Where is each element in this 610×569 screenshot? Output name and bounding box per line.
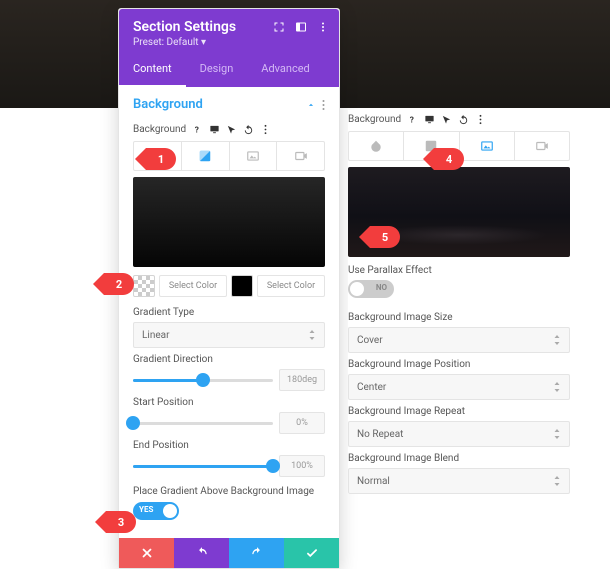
bg-pos-label: Background Image Position xyxy=(348,359,570,370)
gradient-direction-slider[interactable] xyxy=(133,370,273,390)
chevron-up-icon[interactable] xyxy=(306,100,316,110)
tab-content[interactable]: Content xyxy=(119,54,186,87)
help-icon-2[interactable]: ? xyxy=(407,114,418,125)
callout-5: 5 xyxy=(370,226,400,248)
bg-size-select[interactable]: Cover xyxy=(348,327,570,353)
svg-text:?: ? xyxy=(195,125,199,135)
updown-icon xyxy=(553,382,561,392)
toggle-no-text: NO xyxy=(376,283,387,292)
hover-icon[interactable] xyxy=(226,124,237,135)
desktop-icon-2[interactable] xyxy=(424,114,435,125)
updown-icon xyxy=(553,429,561,439)
bg-video-tab-2[interactable] xyxy=(515,132,569,160)
modal-footer xyxy=(119,538,339,568)
modal-header: Section Settings Preset: Default ▾ xyxy=(119,9,339,54)
reset-icon-2[interactable] xyxy=(458,114,469,125)
callout-1: 1 xyxy=(146,148,176,170)
focus-icon[interactable] xyxy=(273,21,285,33)
section-settings-modal: Section Settings Preset: Default ▾ Conte… xyxy=(118,8,340,569)
kebab-icon[interactable] xyxy=(317,21,329,33)
desktop-icon[interactable] xyxy=(209,124,220,135)
bg-size-label: Background Image Size xyxy=(348,312,570,323)
panel-icon[interactable] xyxy=(295,21,307,33)
tab-design[interactable]: Design xyxy=(186,54,248,87)
section-head: Background xyxy=(133,87,325,120)
undo-button[interactable] xyxy=(174,538,229,568)
bg-label-row: Background ? xyxy=(133,124,325,135)
updown-icon xyxy=(553,335,561,345)
updown-icon xyxy=(308,330,316,340)
bg-video-tab[interactable] xyxy=(277,142,324,170)
reset-icon[interactable] xyxy=(243,124,254,135)
gradient-direction-value[interactable]: 180deg xyxy=(279,369,325,391)
color-swatch-start[interactable] xyxy=(133,275,155,297)
header-actions xyxy=(273,21,329,33)
start-position-label: Start Position xyxy=(133,397,325,408)
svg-text:?: ? xyxy=(410,115,414,125)
bg-pos-select[interactable]: Center xyxy=(348,374,570,400)
toggle-yes-text: YES xyxy=(139,505,153,514)
parallax-label: Use Parallax Effect xyxy=(348,265,570,276)
bg-image-tab-2[interactable] xyxy=(460,132,515,160)
tab-advanced[interactable]: Advanced xyxy=(247,54,323,87)
select-color-start[interactable]: Select Color xyxy=(159,275,227,297)
main-tabs: Content Design Advanced xyxy=(119,54,339,87)
callout-3: 3 xyxy=(106,511,136,533)
parallax-toggle[interactable]: NO xyxy=(348,280,394,298)
hover-icon-2[interactable] xyxy=(441,114,452,125)
gradient-above-toggle[interactable]: YES xyxy=(133,502,179,520)
bg-repeat-label: Background Image Repeat xyxy=(348,406,570,417)
background-label-2: Background xyxy=(348,114,401,125)
kebab-mini-icon-2[interactable] xyxy=(475,114,486,125)
gradient-type-select[interactable]: Linear xyxy=(133,322,325,348)
gradient-above-label: Place Gradient Above Background Image xyxy=(133,485,325,498)
section-kebab-icon[interactable] xyxy=(322,99,325,111)
start-position-slider[interactable] xyxy=(133,413,273,433)
gradient-type-value: Linear xyxy=(142,330,169,341)
end-position-slider[interactable] xyxy=(133,456,273,476)
callout-4: 4 xyxy=(434,148,464,170)
kebab-mini-icon[interactable] xyxy=(260,124,271,135)
gradient-preview[interactable] xyxy=(133,177,325,267)
start-position-value[interactable]: 0% xyxy=(279,412,325,434)
bg-label-row-2: Background ? xyxy=(348,114,570,125)
bg-gradient-tab[interactable] xyxy=(182,142,230,170)
preset-dropdown[interactable]: Preset: Default ▾ xyxy=(133,37,325,48)
gradient-type-label: Gradient Type xyxy=(133,307,325,318)
section-title[interactable]: Background xyxy=(133,97,203,112)
gradient-direction-label: Gradient Direction xyxy=(133,354,325,365)
save-button[interactable] xyxy=(284,538,339,568)
cancel-button[interactable] xyxy=(119,538,174,568)
bg-color-tab-2[interactable] xyxy=(349,132,404,160)
updown-icon xyxy=(553,476,561,486)
gradient-colors: Select Color Select Color xyxy=(133,275,325,297)
color-swatch-end[interactable] xyxy=(231,275,253,297)
redo-button[interactable] xyxy=(229,538,284,568)
bg-image-tab[interactable] xyxy=(230,142,278,170)
end-position-label: End Position xyxy=(133,440,325,451)
select-color-end[interactable]: Select Color xyxy=(257,275,325,297)
bg-blend-label: Background Image Blend xyxy=(348,453,570,464)
callout-2: 2 xyxy=(104,273,134,295)
help-icon[interactable]: ? xyxy=(192,124,203,135)
end-position-value[interactable]: 100% xyxy=(279,455,325,477)
bg-blend-select[interactable]: Normal xyxy=(348,468,570,494)
bg-repeat-select[interactable]: No Repeat xyxy=(348,421,570,447)
background-label: Background xyxy=(133,124,186,135)
